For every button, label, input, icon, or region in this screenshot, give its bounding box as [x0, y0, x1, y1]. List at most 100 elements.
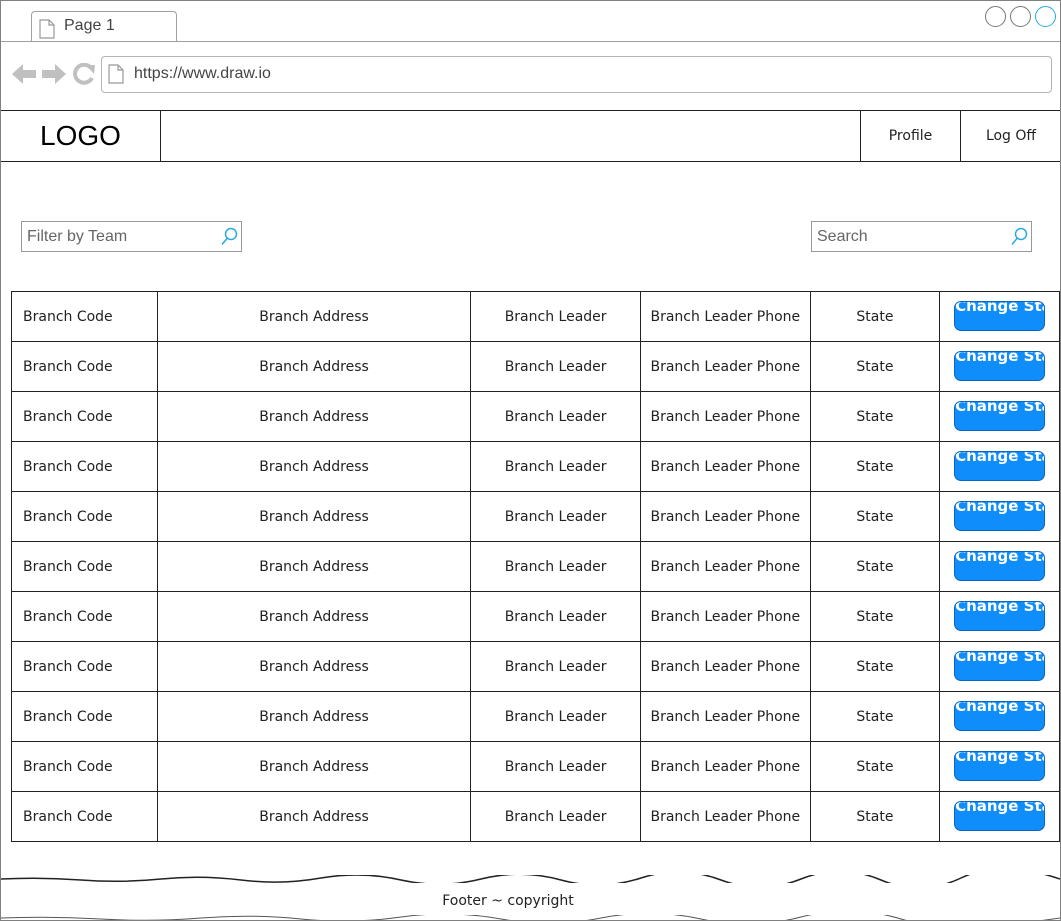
- state-cell: State: [809, 491, 941, 542]
- change-state-button[interactable]: Change State: [954, 350, 1046, 381]
- change-state-button[interactable]: Change State: [954, 600, 1046, 631]
- action-cell: Change State: [939, 741, 1060, 792]
- window-control-icon[interactable]: [1010, 6, 1031, 27]
- branch-leader-cell: Branch Leader: [470, 791, 641, 842]
- change-state-label: Change State: [955, 350, 1044, 365]
- change-state-label: Change State: [955, 750, 1044, 765]
- action-cell: Change State: [939, 691, 1060, 742]
- branch-leader-cell: Branch Leader: [470, 641, 641, 692]
- state-cell: State: [809, 541, 941, 592]
- change-state-label: Change State: [955, 800, 1044, 815]
- window-control-icon[interactable]: [985, 6, 1006, 27]
- footer-bottom-edge: [1, 915, 1060, 920]
- branch-leader-cell: Branch Leader: [470, 441, 641, 492]
- branch-address-cell: Branch Address: [156, 741, 472, 792]
- change-state-button[interactable]: Change State: [954, 650, 1046, 681]
- branch-leader-phone-cell: Branch Leader Phone: [639, 641, 811, 692]
- action-cell: Change State: [939, 541, 1060, 592]
- change-state-button[interactable]: Change State: [954, 500, 1046, 531]
- branch-address-cell: Branch Address: [156, 491, 472, 542]
- branch-leader-phone-cell: Branch Leader Phone: [639, 741, 811, 792]
- branch-table-body: Branch Code Branch Address Branch Leader Br…: [11, 291, 1060, 842]
- change-state-button[interactable]: Change State: [954, 550, 1046, 581]
- change-state-button[interactable]: Change State: [954, 400, 1046, 431]
- branch-leader-cell: Branch Leader: [470, 291, 641, 342]
- filter-by-team-field: [21, 221, 242, 252]
- table-row: Branch Code Branch Address Branch Leader Br…: [11, 541, 1060, 592]
- branch-leader-phone-cell: Branch Leader Phone: [639, 391, 811, 442]
- state-cell: State: [809, 341, 941, 392]
- logoff-link[interactable]: Log Off: [960, 111, 1060, 161]
- search-icon[interactable]: [1010, 227, 1028, 247]
- table-row: Branch Code Branch Address Branch Leader Br…: [11, 341, 1060, 392]
- address-bar[interactable]: https://www.draw.io: [101, 56, 1052, 93]
- branch-leader-cell: Branch Leader: [470, 491, 641, 542]
- branch-leader-phone-cell: Branch Leader Phone: [639, 691, 811, 742]
- state-cell: State: [809, 291, 941, 342]
- url-text: https://www.draw.io: [134, 65, 271, 82]
- forward-arrow-icon[interactable]: [41, 63, 67, 85]
- action-cell: Change State: [939, 441, 1060, 492]
- action-cell: Change State: [939, 291, 1060, 342]
- filter-by-team-input[interactable]: [27, 227, 207, 246]
- branch-code-cell: Branch Code: [11, 741, 158, 792]
- branch-address-cell: Branch Address: [156, 341, 472, 392]
- change-state-label: Change State: [955, 400, 1044, 415]
- logo: LOGO: [1, 111, 161, 161]
- branch-leader-phone-cell: Branch Leader Phone: [639, 791, 811, 842]
- change-state-button[interactable]: Change State: [954, 300, 1046, 331]
- search-icon[interactable]: [220, 227, 238, 247]
- state-cell: State: [809, 441, 941, 492]
- browser-window: Page 1 https://www.draw.io LOGO Profile …: [0, 0, 1061, 921]
- search-input[interactable]: [817, 227, 997, 246]
- state-cell: State: [809, 641, 941, 692]
- action-cell: Change State: [939, 791, 1060, 842]
- change-state-button[interactable]: Change State: [954, 800, 1046, 831]
- table-row: Branch Code Branch Address Branch Leader Br…: [11, 441, 1060, 492]
- state-cell: State: [809, 791, 941, 842]
- tab-title: Page 1: [64, 17, 115, 34]
- change-state-button[interactable]: Change State: [954, 700, 1046, 731]
- change-state-label: Change State: [955, 700, 1044, 715]
- tab-divider: [1, 41, 1060, 42]
- branch-leader-phone-cell: Branch Leader Phone: [639, 291, 811, 342]
- table-row: Branch Code Branch Address Branch Leader Br…: [11, 591, 1060, 642]
- change-state-label: Change State: [955, 600, 1044, 615]
- branch-code-cell: Branch Code: [11, 691, 158, 742]
- table-row: Branch Code Branch Address Branch Leader Br…: [11, 291, 1060, 342]
- branch-address-cell: Branch Address: [156, 441, 472, 492]
- table-row: Branch Code Branch Address Branch Leader Br…: [11, 741, 1060, 792]
- back-arrow-icon[interactable]: [11, 63, 37, 85]
- branch-address-cell: Branch Address: [156, 541, 472, 592]
- branch-code-cell: Branch Code: [11, 541, 158, 592]
- change-state-button[interactable]: Change State: [954, 750, 1046, 781]
- action-cell: Change State: [939, 491, 1060, 542]
- action-cell: Change State: [939, 641, 1060, 692]
- table-row: Branch Code Branch Address Branch Leader Br…: [11, 791, 1060, 842]
- change-state-button[interactable]: Change State: [954, 450, 1046, 481]
- table-row: Branch Code Branch Address Branch Leader Br…: [11, 641, 1060, 692]
- branch-address-cell: Branch Address: [156, 391, 472, 442]
- profile-link[interactable]: Profile: [860, 111, 960, 161]
- branch-leader-cell: Branch Leader: [470, 591, 641, 642]
- branch-leader-phone-cell: Branch Leader Phone: [639, 491, 811, 542]
- branch-address-cell: Branch Address: [156, 591, 472, 642]
- branch-code-cell: Branch Code: [11, 441, 158, 492]
- branch-code-cell: Branch Code: [11, 591, 158, 642]
- action-cell: Change State: [939, 591, 1060, 642]
- change-state-label: Change State: [955, 550, 1044, 565]
- branch-code-cell: Branch Code: [11, 641, 158, 692]
- branch-leader-cell: Branch Leader: [470, 741, 641, 792]
- reload-icon[interactable]: [72, 63, 96, 85]
- branch-leader-cell: Branch Leader: [470, 341, 641, 392]
- branch-leader-phone-cell: Branch Leader Phone: [639, 341, 811, 392]
- branch-address-cell: Branch Address: [156, 791, 472, 842]
- footer-copyright: Footer ~ copyright: [442, 893, 574, 909]
- table-row: Branch Code Branch Address Branch Leader Br…: [11, 391, 1060, 442]
- change-state-label: Change State: [955, 300, 1044, 315]
- window-control-icon[interactable]: [1035, 6, 1056, 27]
- branch-code-cell: Branch Code: [11, 341, 158, 392]
- change-state-label: Change State: [955, 500, 1044, 515]
- branch-leader-cell: Branch Leader: [470, 691, 641, 742]
- browser-tab[interactable]: Page 1: [31, 11, 177, 42]
